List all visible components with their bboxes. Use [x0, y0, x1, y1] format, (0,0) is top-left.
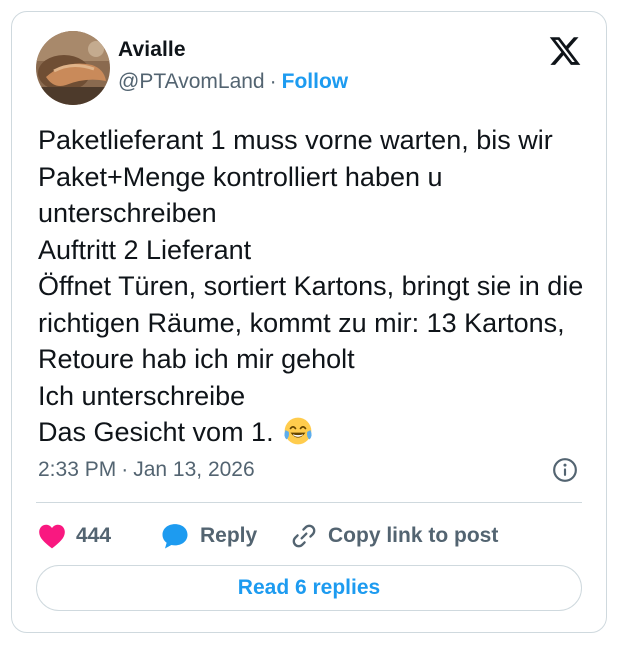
post-date: Jan 13, 2026	[133, 458, 255, 481]
copy-link-button[interactable]: Copy link to post	[290, 518, 498, 554]
follow-button[interactable]: Follow	[282, 70, 349, 93]
face-with-tears-of-joy-emoji	[284, 417, 312, 445]
post-time: 2:33 PM	[38, 458, 117, 481]
separator: ·	[121, 458, 129, 481]
info-icon[interactable]	[552, 457, 578, 483]
link-icon	[292, 524, 316, 548]
heart-icon	[39, 524, 65, 549]
copy-link-label: Copy link to post	[328, 524, 499, 547]
avatar[interactable]	[36, 31, 110, 105]
tweet-body: Paketlieferant 1 muss vorne warten, bis …	[38, 125, 584, 447]
like-button[interactable]: 444	[38, 518, 111, 554]
display-name[interactable]: Avialle	[118, 36, 186, 64]
tweet-text: Paketlieferant 1 muss vorne warten, bis …	[38, 122, 598, 451]
read-replies-button[interactable]: Read 6 replies	[36, 565, 582, 611]
like-count: 444	[76, 524, 112, 547]
avatar-image	[36, 31, 110, 105]
separator: ·	[269, 70, 277, 93]
x-logo-icon[interactable]	[548, 34, 582, 68]
reply-button[interactable]: Reply	[160, 518, 257, 554]
post-timestamp[interactable]: 2:33 PM · Jan 13, 2026	[38, 456, 255, 484]
post-card: Avialle @PTAvomLand · Follow Paketlieferan…	[11, 11, 607, 633]
user-handle[interactable]: @PTAvomLand	[118, 70, 265, 93]
handle-row: @PTAvomLand · Follow	[118, 68, 348, 96]
divider	[36, 502, 582, 503]
speech-bubble-icon	[162, 524, 188, 549]
reply-label: Reply	[200, 524, 258, 547]
